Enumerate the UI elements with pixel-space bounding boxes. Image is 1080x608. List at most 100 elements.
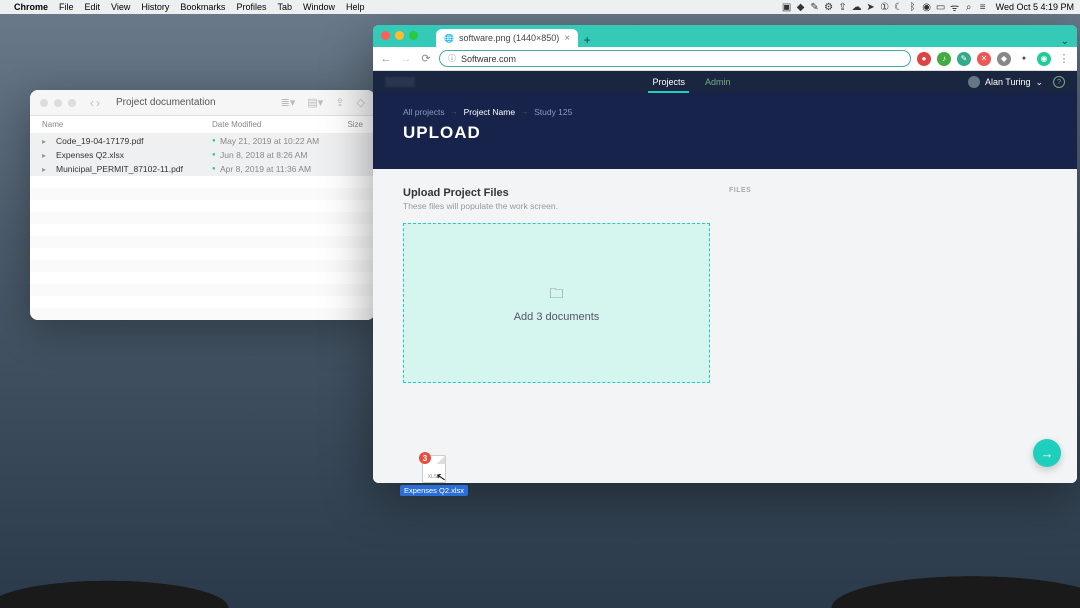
chrome-menu-icon[interactable]: ⋮ xyxy=(1057,52,1071,65)
file-icon: ▸ xyxy=(42,137,52,146)
file-dropzone[interactable]: 🗀 Add 3 documents xyxy=(403,223,710,383)
tray-icon[interactable]: ☁ xyxy=(850,2,864,13)
extension-icon[interactable]: ◆ xyxy=(997,52,1011,66)
col-size[interactable]: Size xyxy=(333,120,363,129)
help-icon[interactable]: ? xyxy=(1053,76,1065,88)
view-options-icon[interactable]: ≣▾ xyxy=(281,96,296,109)
menu-tab[interactable]: Tab xyxy=(277,2,292,12)
address-bar[interactable]: ⓘ Software.com xyxy=(439,50,911,67)
url-text: Software.com xyxy=(461,54,516,64)
tray-icon[interactable]: ✎ xyxy=(808,2,822,13)
finder-columns: Name Date Modified Size xyxy=(30,116,375,134)
minimize-icon[interactable] xyxy=(54,99,62,107)
menubar-app[interactable]: Chrome xyxy=(14,2,48,12)
chrome-window[interactable]: 🌐 software.png (1440×850) × + ⌄ ← → ⟳ ⓘ … xyxy=(373,25,1077,483)
control-center-icon[interactable]: ≡ xyxy=(976,2,990,13)
menu-window[interactable]: Window xyxy=(303,2,335,12)
finder-titlebar[interactable]: ‹ › Project documentation ≣▾ ▤▾ ⇪ ◇ xyxy=(30,90,375,116)
file-name: Expenses Q2.xlsx xyxy=(56,150,212,160)
section-subtitle: These files will populate the work scree… xyxy=(403,201,1047,211)
menu-profiles[interactable]: Profiles xyxy=(236,2,266,12)
section-title: Upload Project Files xyxy=(403,187,1047,199)
extension-icon[interactable]: ✕ xyxy=(977,52,991,66)
chevron-right-icon: → xyxy=(521,109,528,116)
file-row[interactable]: ▸ Municipal_PERMIT_87102-11.pdf ● Apr 8,… xyxy=(30,162,375,176)
file-row[interactable]: ▸ Code_19-04-17179.pdf ● May 21, 2019 at… xyxy=(30,134,375,148)
tags-icon[interactable]: ◇ xyxy=(357,96,365,109)
battery-icon[interactable]: ◉ xyxy=(920,2,934,13)
extension-icon[interactable]: ♪ xyxy=(937,52,951,66)
spotlight-icon[interactable]: ⌕ xyxy=(962,2,976,13)
menu-help[interactable]: Help xyxy=(346,2,365,12)
menu-bookmarks[interactable]: Bookmarks xyxy=(180,2,225,12)
finder-title: Project documentation xyxy=(116,97,269,108)
share-icon[interactable]: ⇪ xyxy=(335,96,344,109)
nav-projects[interactable]: Projects xyxy=(644,77,693,87)
tab-title: software.png (1440×850) xyxy=(459,33,559,43)
page-body: Upload Project Files These files will po… xyxy=(373,169,1077,483)
close-icon[interactable] xyxy=(40,99,48,107)
dropzone-text: Add 3 documents xyxy=(514,311,600,323)
profile-avatar[interactable]: ◉ xyxy=(1037,52,1051,66)
wifi-icon[interactable]: ᯤ xyxy=(948,0,962,14)
crumb-all-projects[interactable]: All projects xyxy=(403,107,445,117)
webapp: Projects Admin Alan Turing ⌄ ? All proje… xyxy=(373,71,1077,483)
col-name[interactable]: Name xyxy=(42,120,212,129)
status-dot: ● xyxy=(212,166,220,172)
status-dot: ● xyxy=(212,138,220,144)
battery-icon[interactable]: ▭ xyxy=(934,2,948,13)
reload-button[interactable]: ⟳ xyxy=(419,52,433,65)
bluetooth-icon[interactable]: ᛒ xyxy=(906,2,920,13)
tray-icon[interactable]: ⚙ xyxy=(822,2,836,13)
zoom-icon[interactable] xyxy=(409,31,418,40)
next-button[interactable]: → xyxy=(1033,439,1061,467)
chevron-right-icon: → xyxy=(451,109,458,116)
back-button[interactable]: ← xyxy=(379,53,393,65)
group-icon[interactable]: ▤▾ xyxy=(307,96,323,109)
site-info-icon[interactable]: ⓘ xyxy=(448,53,456,64)
new-tab-button[interactable]: + xyxy=(578,33,596,47)
extension-icon[interactable]: ● xyxy=(917,52,931,66)
drag-count-badge: 3 xyxy=(419,452,431,464)
menubar-clock[interactable]: Wed Oct 5 4:19 PM xyxy=(996,2,1074,12)
tray-icon[interactable]: ➤ xyxy=(864,2,878,13)
col-date[interactable]: Date Modified xyxy=(212,120,333,129)
forward-button[interactable]: › xyxy=(96,96,100,110)
chrome-tabstrip: 🌐 software.png (1440×850) × + ⌄ xyxy=(373,25,1077,47)
menu-history[interactable]: History xyxy=(141,2,169,12)
folder-icon: 🗀 xyxy=(550,283,564,307)
do-not-disturb-icon[interactable]: ☾ xyxy=(892,2,906,13)
tabs-menu-icon[interactable]: ⌄ xyxy=(1061,36,1069,47)
file-name: Municipal_PERMIT_87102-11.pdf xyxy=(56,164,212,174)
file-date: May 21, 2019 at 10:22 AM xyxy=(220,136,363,146)
finder-window[interactable]: ‹ › Project documentation ≣▾ ▤▾ ⇪ ◇ Name… xyxy=(30,90,375,320)
crumb-project[interactable]: Project Name xyxy=(464,107,516,117)
tray-icon[interactable]: ① xyxy=(878,2,892,13)
crumb-study[interactable]: Study 125 xyxy=(534,107,572,117)
nav-admin[interactable]: Admin xyxy=(697,77,739,87)
back-button[interactable]: ‹ xyxy=(90,96,94,110)
file-row[interactable]: ▸ Expenses Q2.xlsx ● Jun 8, 2018 at 8:26… xyxy=(30,148,375,162)
close-tab-icon[interactable]: × xyxy=(564,33,570,44)
menu-file[interactable]: File xyxy=(59,2,74,12)
user-menu[interactable]: Alan Turing ⌄ xyxy=(968,76,1043,88)
extensions-menu-icon[interactable]: ✦ xyxy=(1017,52,1031,66)
menu-view[interactable]: View xyxy=(111,2,130,12)
file-icon: ▸ xyxy=(42,165,52,174)
finder-empty-rows xyxy=(30,176,375,320)
tray-icon[interactable]: ◆ xyxy=(794,2,808,13)
extension-icon[interactable]: ✎ xyxy=(957,52,971,66)
app-logo[interactable] xyxy=(385,77,415,87)
drag-label: Expenses Q2.xlsx xyxy=(400,485,468,496)
tray-icon[interactable]: ▣ xyxy=(780,2,794,13)
page-header: All projects → Project Name → Study 125 … xyxy=(373,93,1077,169)
browser-tab[interactable]: 🌐 software.png (1440×850) × xyxy=(436,29,578,47)
user-name: Alan Turing xyxy=(985,77,1031,87)
menu-edit[interactable]: Edit xyxy=(85,2,101,12)
files-label: FILES xyxy=(729,187,751,194)
minimize-icon[interactable] xyxy=(395,31,404,40)
close-icon[interactable] xyxy=(381,31,390,40)
zoom-icon[interactable] xyxy=(68,99,76,107)
status-dot: ● xyxy=(212,152,220,158)
tray-icon[interactable]: ⇪ xyxy=(836,2,850,13)
